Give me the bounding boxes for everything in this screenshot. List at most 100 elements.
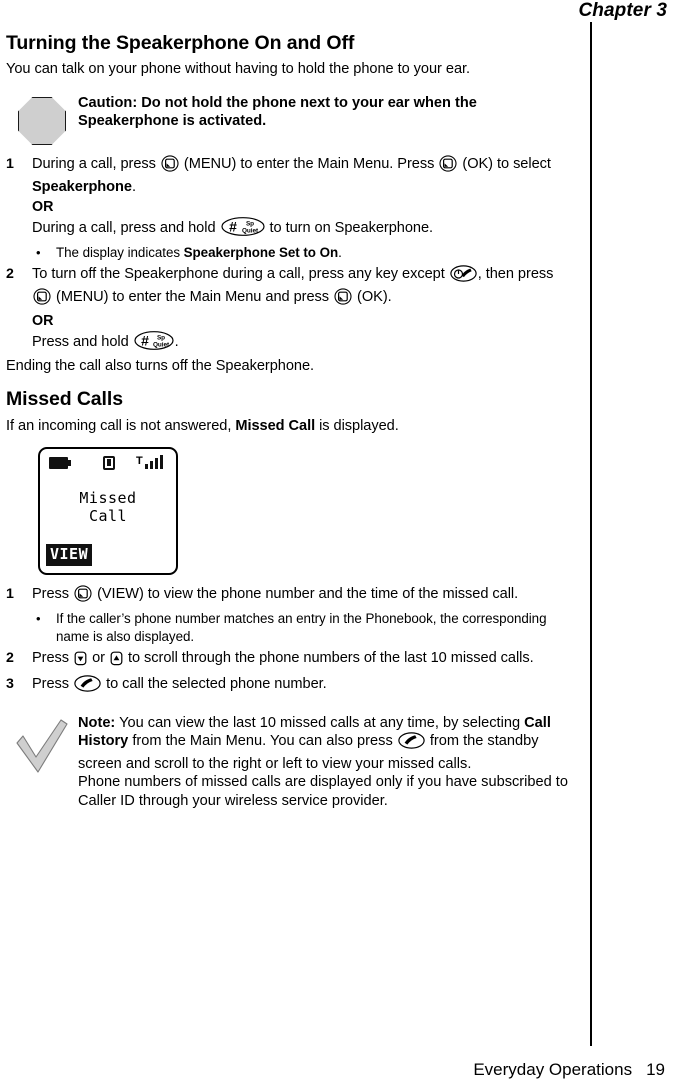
- section-heading-speakerphone: Turning the Speakerphone On and Off: [6, 32, 355, 54]
- step-bullet: • If the caller’s phone number matches a…: [32, 610, 572, 646]
- svg-text:#: #: [141, 333, 149, 349]
- softkey-ok-icon: [439, 155, 457, 179]
- step-number: 3: [6, 676, 14, 693]
- step-content: To turn off the Speakerphone during a ca…: [32, 265, 572, 357]
- step-text: To turn off the Speakerphone during a ca…: [32, 265, 449, 282]
- step-text: Press: [32, 676, 74, 693]
- step-content: Press or to scroll through the phone num…: [32, 649, 572, 673]
- phone-screen-message: Missed Call: [40, 489, 176, 525]
- step-or-label: OR: [32, 198, 54, 215]
- phone-softkey-view[interactable]: VIEW: [46, 544, 93, 567]
- battery-icon: [49, 457, 71, 470]
- softkey-ok-icon: [334, 288, 352, 312]
- step-alt-line: Press and hold # Sp Quiet.: [32, 331, 572, 357]
- note-second-paragraph: Phone numbers of missed calls are displa…: [78, 774, 568, 809]
- caution-icon-cell: [6, 93, 78, 145]
- step-text: to turn on Speakerphone.: [265, 220, 434, 237]
- bullet-text-pre: The display indicates: [56, 244, 184, 260]
- document-page: Chapter 3 Turning the Speakerphone On an…: [0, 0, 675, 1088]
- step-number: 2: [6, 265, 14, 282]
- softkey-menu-icon: [161, 155, 179, 179]
- note-body-pre: You can view the last 10 missed calls at…: [115, 714, 525, 731]
- step-text: .: [174, 334, 179, 351]
- step-alt-line: During a call, press and hold # Sp Quiet t…: [32, 217, 572, 243]
- step-content: During a call, press (MENU) to enter the…: [32, 155, 572, 262]
- missed-calls-intro-paragraph: If an incoming call is not answered, Mis…: [6, 417, 572, 436]
- step-item: 3 Press to call the selected phone numbe…: [6, 675, 572, 699]
- step-item: 1 During a call, press (MENU) to enter t…: [6, 155, 572, 262]
- step-item: 2 To turn off the Speakerphone during a …: [6, 265, 572, 357]
- caution-text: Caution: Do not hold the phone next to y…: [78, 93, 572, 131]
- step-text: or: [88, 649, 109, 666]
- checkmark-icon: [16, 719, 68, 773]
- page-footer: Everyday Operations 19: [473, 1060, 665, 1080]
- intro-text-pre: If an incoming call is not answered,: [6, 417, 236, 434]
- antenna-glyph: T: [136, 455, 143, 468]
- hash-quiet-key-icon: # Sp Quiet: [134, 331, 174, 357]
- phone-screen-line2: Call: [88, 507, 128, 526]
- bullet-marker: •: [36, 244, 41, 260]
- footer-page-number: 19: [646, 1060, 665, 1079]
- softkey-view-icon: [74, 585, 92, 609]
- bullet-text: The display indicates Speakerphone Set t…: [56, 244, 572, 262]
- caution-body: Do not hold the phone next to your ear w…: [78, 94, 477, 130]
- note-label: Note:: [78, 714, 116, 731]
- step-text: (MENU) to enter the Main Menu and press: [52, 289, 334, 306]
- step-text: , then press: [477, 265, 554, 282]
- step-text: During a call, press: [32, 155, 160, 172]
- step-text: .: [131, 179, 136, 196]
- step-text: (OK) to select: [458, 155, 551, 172]
- send-call-key-icon: [74, 675, 101, 699]
- change-bar-rule: [590, 22, 592, 1046]
- note-text: Note: You can view the last 10 missed ca…: [78, 713, 572, 811]
- bullet-text: If the caller’s phone number matches an …: [56, 610, 547, 644]
- step-content: Press (VIEW) to view the phone number an…: [32, 585, 572, 646]
- phone-status-bar: T: [40, 455, 176, 471]
- step-number: 2: [6, 649, 14, 666]
- intro-text-bold: Missed Call: [235, 417, 316, 434]
- step-text: During a call, press and hold: [32, 220, 220, 237]
- envelope-icon: [103, 456, 115, 471]
- step-number: 1: [6, 586, 14, 603]
- step-text: Press: [32, 649, 74, 666]
- step-text: to call the selected phone number.: [102, 676, 327, 693]
- svg-text:Quiet: Quiet: [153, 342, 170, 349]
- bullet-text-post: .: [338, 244, 342, 260]
- step-text: Press and hold: [32, 334, 133, 351]
- caution-admonition: Caution: Do not hold the phone next to y…: [6, 93, 572, 145]
- step-text: to scroll through the phone numbers of t…: [123, 649, 534, 666]
- scroll-up-key-icon: [110, 651, 123, 673]
- footer-running-title: Everyday Operations: [473, 1060, 633, 1079]
- step-item: 2 Press or to scroll through the phone n…: [6, 649, 572, 673]
- step-or-label: OR: [32, 312, 54, 329]
- note-body-mid: from the Main Menu. You can also press: [128, 733, 397, 750]
- step-text: (VIEW) to view the phone number and the …: [93, 586, 519, 603]
- end-call-key-icon: [450, 265, 477, 289]
- caution-label: Caution:: [78, 94, 138, 111]
- svg-text:#: #: [229, 219, 237, 235]
- intro-text-post: is displayed.: [315, 417, 399, 434]
- section-heading-missed-calls: Missed Calls: [6, 388, 123, 411]
- softkey-menu-icon: [33, 288, 51, 312]
- step-content: Press to call the selected phone number.: [32, 675, 572, 699]
- step-text: Press: [32, 586, 74, 603]
- bullet-marker: •: [36, 610, 41, 626]
- step-text-bold: Speakerphone: [32, 179, 132, 196]
- speakerphone-closing-paragraph: Ending the call also turns off the Speak…: [6, 357, 315, 374]
- hash-quiet-key-icon: # Sp Quiet: [220, 217, 265, 243]
- note-icon-cell: [6, 713, 78, 775]
- content-column: Turning the Speakerphone On and Off You …: [6, 32, 572, 820]
- signal-bars-icon: T: [136, 455, 166, 470]
- step-text: (MENU) to enter the Main Menu. Press: [179, 155, 439, 172]
- chapter-running-head: Chapter 3: [578, 0, 667, 21]
- step-text: (OK).: [353, 289, 392, 306]
- phone-screen-line1: Missed: [79, 489, 137, 508]
- bullet-text-bold: Speakerphone Set to On: [183, 244, 339, 260]
- step-item: 1 Press (VIEW) to view the phone number …: [6, 585, 572, 646]
- note-admonition: Note: You can view the last 10 missed ca…: [6, 713, 572, 811]
- phone-display: T Missed Call VIEW: [38, 447, 178, 576]
- speakerphone-intro-paragraph: You can talk on your phone without havin…: [6, 61, 471, 78]
- phone-screen-figure: T Missed Call VIEW: [38, 447, 572, 576]
- scroll-down-key-icon: [74, 651, 87, 673]
- svg-text:Quiet: Quiet: [241, 228, 258, 235]
